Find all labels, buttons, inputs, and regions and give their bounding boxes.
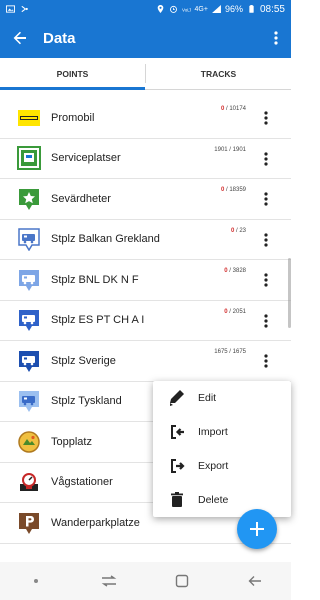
scroll-edge-handle[interactable] xyxy=(288,258,291,328)
item-menu-button[interactable] xyxy=(258,271,274,289)
item-count: 0 / 18359 xyxy=(220,187,246,193)
nav-dot-button[interactable] xyxy=(21,566,51,596)
topplatz-badge-icon xyxy=(17,430,41,454)
more-vert-icon xyxy=(264,273,268,287)
menu-item-label: Edit xyxy=(198,392,217,404)
service-place-icon xyxy=(17,146,41,171)
recent-apps-button[interactable] xyxy=(94,566,124,596)
promobil-logo-icon xyxy=(17,106,41,130)
item-menu-button[interactable] xyxy=(258,190,274,208)
edit-icon xyxy=(167,388,187,408)
list-item-label: Promobil xyxy=(51,111,95,124)
svg-text:VoLTE: VoLTE xyxy=(182,7,191,12)
camper-pin-icon xyxy=(17,349,41,373)
more-vert-icon xyxy=(264,111,268,125)
menu-item-label: Delete xyxy=(198,494,229,506)
menu-item-export[interactable]: Export xyxy=(153,449,291,483)
list-item[interactable]: Promobil 0 / 10174 xyxy=(0,98,291,139)
item-menu-button[interactable] xyxy=(258,312,274,330)
item-count: 1901 / 1901 xyxy=(214,146,246,153)
location-icon xyxy=(157,5,163,13)
list-item[interactable]: Sevärdheter 0 / 18359 xyxy=(0,179,291,220)
status-time: 08:55 xyxy=(259,3,285,15)
camper-pin-icon xyxy=(17,268,41,292)
list-item[interactable]: Stplz BNL DK N F 0 / 3828 xyxy=(0,260,291,301)
page-title: Data xyxy=(43,29,76,47)
battery-percent: 96% xyxy=(224,4,243,14)
more-vert-icon xyxy=(264,151,268,166)
list-item-label: Stplz Sverige xyxy=(51,354,116,367)
scale-icon xyxy=(17,470,41,494)
dot-icon xyxy=(34,579,39,583)
app-bar: Data xyxy=(0,18,291,58)
delete-icon xyxy=(167,490,187,510)
item-menu-button[interactable] xyxy=(258,150,274,168)
list-item[interactable]: Stplz ES PT CH A I 0 / 2051 xyxy=(0,301,291,341)
item-menu-button[interactable] xyxy=(258,231,274,249)
plus-icon xyxy=(250,522,264,536)
more-vert-icon xyxy=(264,192,268,206)
list-item-label: Stplz Tyskland xyxy=(51,395,122,408)
recent-apps-icon xyxy=(101,575,117,587)
signal-icon xyxy=(212,5,221,13)
home-square-icon xyxy=(175,574,189,588)
star-pin-icon xyxy=(17,187,41,211)
tab-tracks[interactable]: TRACKS xyxy=(146,58,291,89)
network-type: 4G+ xyxy=(194,5,208,13)
alarm-icon xyxy=(169,5,177,13)
export-icon xyxy=(167,456,187,476)
tab-points[interactable]: POINTS xyxy=(0,58,145,90)
item-count: 0 / 2051 xyxy=(224,308,246,315)
tab-bar: POINTS TRACKS xyxy=(0,58,291,90)
gallery-notification-icon xyxy=(6,5,15,13)
item-count: 1675 / 1675 xyxy=(214,349,246,355)
list-item-label: Vågstationer xyxy=(51,476,113,489)
item-count: 0 / 3828 xyxy=(224,268,246,274)
list-item-label: Stplz BNL DK N F xyxy=(51,273,139,286)
more-vert-icon xyxy=(274,31,278,45)
sync-notification-icon xyxy=(21,5,28,13)
item-count: 0 / 23 xyxy=(230,227,246,234)
camper-pin-icon xyxy=(17,389,41,413)
menu-item-label: Import xyxy=(198,426,228,438)
home-button[interactable] xyxy=(167,566,197,596)
volte-icon: VoLTE xyxy=(182,7,191,12)
list-item-label: Stplz ES PT CH A I xyxy=(51,314,145,327)
more-vert-icon xyxy=(264,354,268,368)
menu-item-delete[interactable]: Delete xyxy=(153,483,291,517)
menu-item-import[interactable]: Import xyxy=(153,415,291,449)
camper-pin-icon xyxy=(17,227,41,252)
import-icon xyxy=(167,422,187,442)
arrow-back-icon xyxy=(13,31,26,45)
more-vert-icon xyxy=(264,232,268,247)
list-item-label: Topplatz xyxy=(51,435,92,448)
item-context-menu: Edit Import Export Delete xyxy=(153,381,291,517)
battery-icon xyxy=(249,5,254,13)
system-nav-bar xyxy=(0,562,291,600)
parking-pin-icon xyxy=(17,511,41,535)
overflow-menu-button[interactable] xyxy=(261,18,291,58)
list-item-label: Serviceplatser xyxy=(51,152,121,165)
back-button[interactable] xyxy=(0,18,40,58)
item-menu-button[interactable] xyxy=(258,109,274,127)
list-item[interactable]: Stplz Balkan Grekland 0 / 23 xyxy=(0,220,291,260)
back-arrow-icon xyxy=(248,576,261,586)
system-back-button[interactable] xyxy=(240,566,270,596)
list-item-label: Wanderparkplatze xyxy=(51,516,140,529)
list-item-label: Stplz Balkan Grekland xyxy=(51,233,160,246)
item-count: 0 / 10174 xyxy=(220,106,246,112)
menu-item-edit[interactable]: Edit xyxy=(153,381,291,415)
list-item[interactable]: Stplz Sverige 1675 / 1675 xyxy=(0,341,291,382)
status-bar: VoLTE 4G+ 96% 08:55 xyxy=(0,0,291,18)
camper-pin-icon xyxy=(17,308,41,332)
item-menu-button[interactable] xyxy=(258,352,274,370)
menu-item-label: Export xyxy=(198,460,229,472)
more-vert-icon xyxy=(264,313,268,328)
list-item-label: Sevärdheter xyxy=(51,192,111,205)
list-item[interactable]: Serviceplatser 1901 / 1901 xyxy=(0,139,291,179)
add-button[interactable] xyxy=(237,509,277,549)
